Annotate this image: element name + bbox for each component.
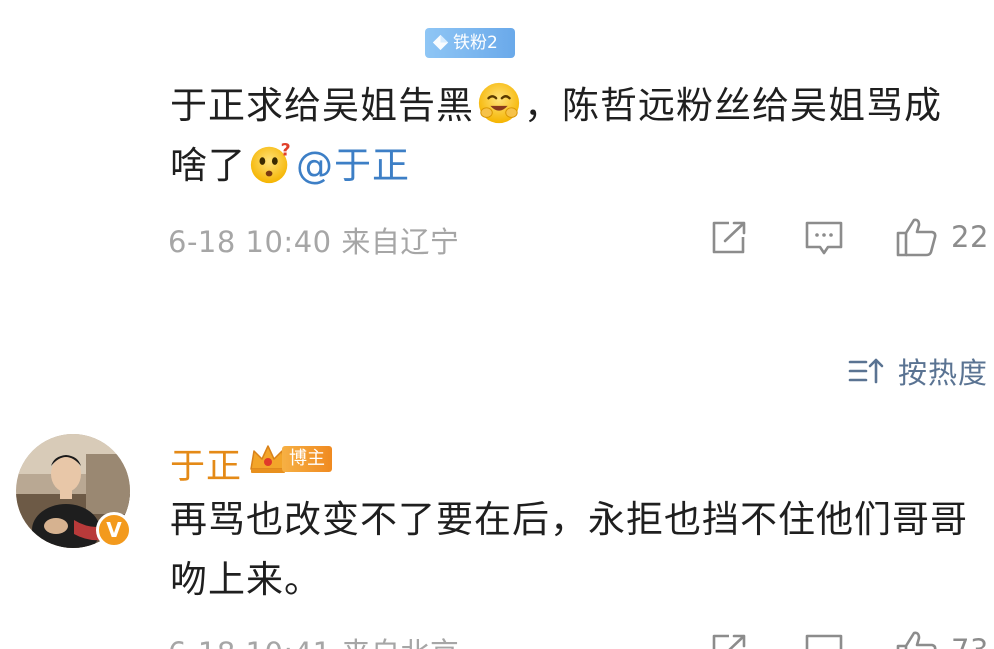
comment-thread: 铁粉2 于正求给吴姐告黑 ，陈哲远粉丝给吴姐骂成啥了 ? @于正 6-18 10…: [0, 0, 994, 649]
like-count: 22: [951, 220, 989, 254]
repost-button[interactable]: [709, 632, 749, 649]
share-icon: [712, 634, 746, 649]
comment-icon: [805, 221, 843, 255]
comment-body: 再骂也改变不了要在后，永拒也挡不住他们哥哥吻上来。: [170, 498, 968, 601]
comment-text-part1: 于正求给吴姐告黑: [170, 84, 474, 127]
like-button[interactable]: 22: [895, 216, 989, 258]
comment-meta: 6-18 10:41 来自北京: [168, 630, 459, 649]
comment-meta: 6-18 10:40 来自辽宁: [168, 225, 460, 259]
fan-badge-label: 铁粉2: [453, 33, 498, 53]
repost-button[interactable]: [709, 219, 749, 257]
reply-button[interactable]: [804, 220, 844, 258]
verified-badge: V: [96, 512, 132, 548]
reply-button[interactable]: [804, 633, 844, 649]
like-button[interactable]: 73: [895, 629, 989, 649]
confused-question-emoji-icon: ?: [250, 140, 292, 184]
diamond-icon: [432, 34, 449, 51]
svg-text:?: ?: [281, 140, 292, 160]
mention-link[interactable]: @于正: [296, 144, 410, 187]
like-count: 73: [951, 633, 989, 649]
username-link[interactable]: 于正: [170, 438, 242, 489]
comment-icon: [805, 634, 843, 649]
hugging-face-emoji-icon: [478, 82, 520, 124]
sort-by-hot-button[interactable]: 按热度: [848, 350, 988, 392]
blogger-badge: 博主: [248, 443, 334, 475]
sort-icon: [848, 358, 884, 384]
thumbs-up-icon: [896, 218, 937, 257]
fan-level-badge[interactable]: 铁粉2: [425, 28, 515, 58]
sort-label: 按热度: [898, 356, 989, 390]
blogger-badge-label: 博主: [282, 446, 332, 472]
comment-body: 于正求给吴姐告黑 ，陈哲远粉丝给吴姐骂成啥了 ? @于正: [170, 76, 970, 196]
thumbs-up-icon: [896, 631, 937, 649]
share-icon: [712, 221, 746, 254]
